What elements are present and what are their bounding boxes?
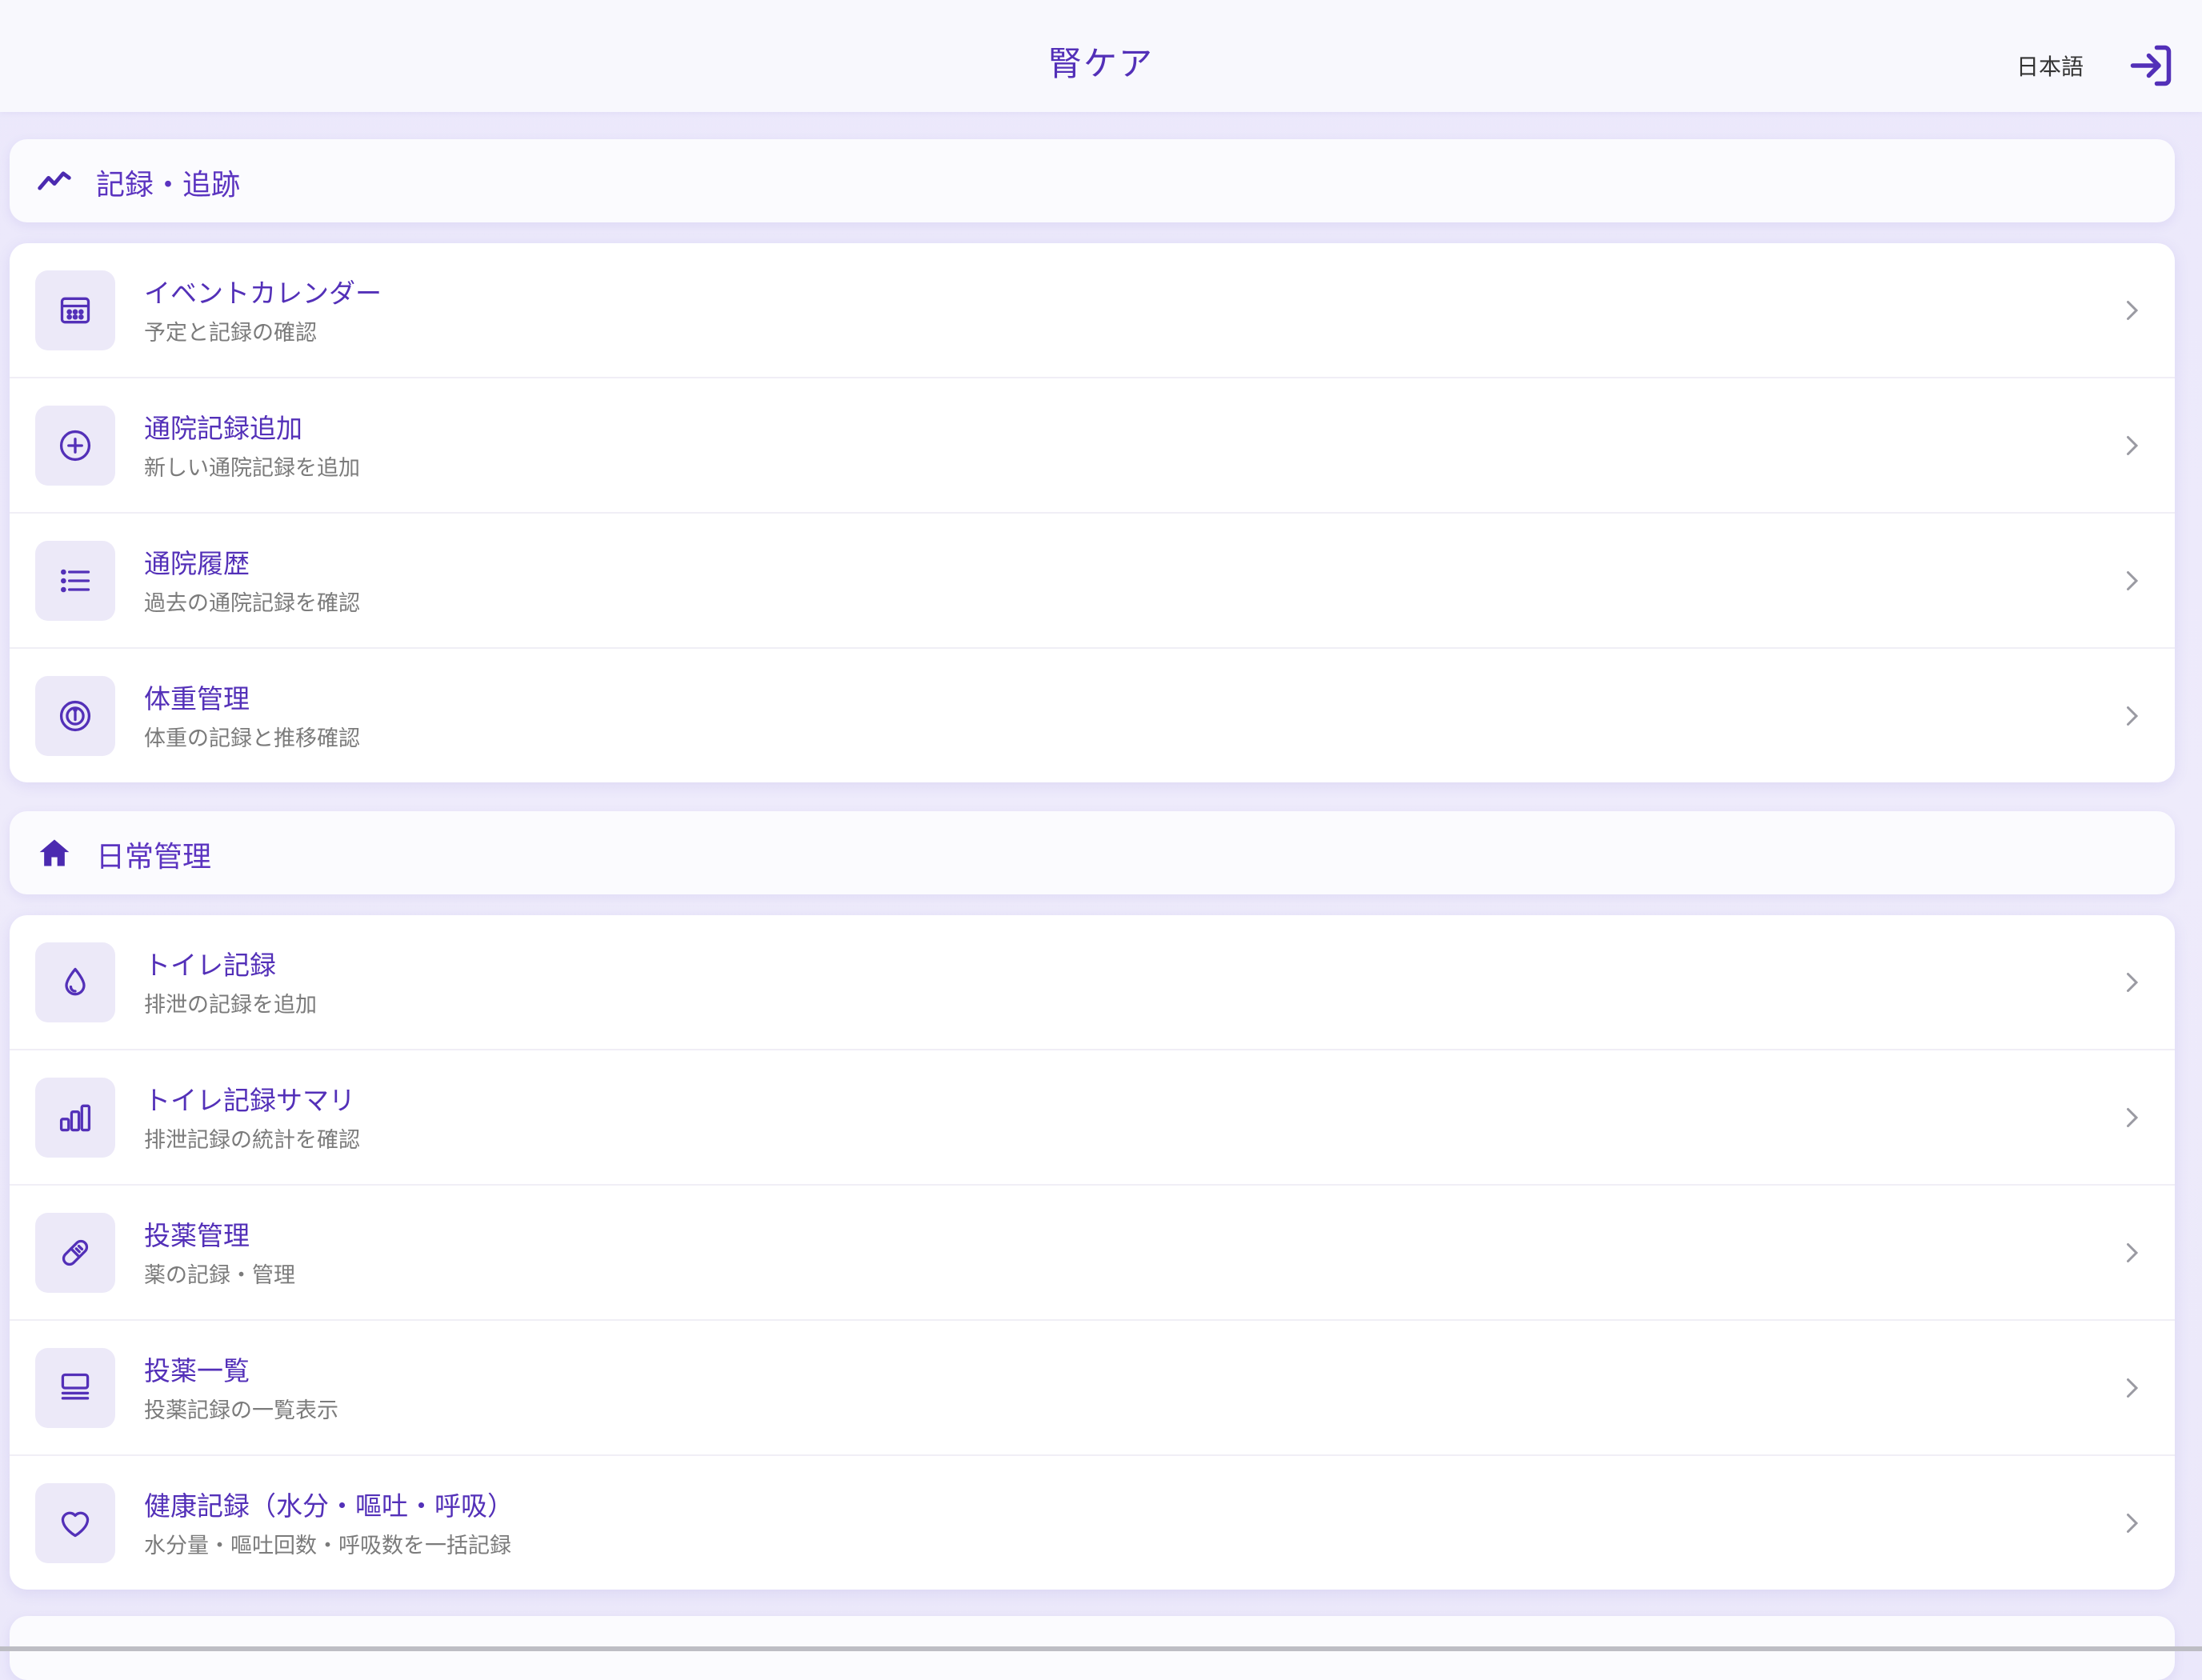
droplet-icon — [65, 967, 86, 996]
section-title: 記録・追跡 — [96, 169, 241, 202]
menu-item-subtitle: 排泄の記録を追加 — [144, 993, 317, 1018]
chevron-right-icon — [2127, 706, 2139, 726]
menu-item-title: トイレ記録 — [144, 950, 276, 981]
bottom-divider — [0, 1646, 2202, 1651]
bar-chart-icon — [59, 1104, 91, 1132]
section-header-records: 記録・追跡 — [10, 139, 2175, 222]
menu-item-title: 通院履歴 — [144, 548, 250, 579]
gauge-icon — [59, 700, 91, 732]
menu-item-title: トイレ記録サマリ — [144, 1085, 355, 1116]
chevron-right-icon — [2127, 1514, 2139, 1533]
heart-icon — [61, 1511, 90, 1538]
chevron-right-icon — [2127, 571, 2139, 590]
app-title: 腎ケア — [1047, 44, 1154, 83]
menu-item-medication-list[interactable]: 投薬一覧 投薬記録の一覧表示 — [10, 1321, 2175, 1456]
home-icon — [37, 835, 72, 870]
calendar-icon — [60, 297, 90, 324]
icon-box — [35, 1348, 115, 1428]
list-box-icon — [61, 1373, 90, 1400]
menu-item-add-visit-record[interactable]: 通院記録追加 新しい通院記録を追加 — [10, 378, 2175, 514]
menu-item-title: 通院記録追加 — [144, 413, 302, 444]
icon-box — [35, 541, 115, 621]
chevron-right-icon — [2127, 1108, 2139, 1127]
chevron-right-icon — [2127, 973, 2139, 992]
menu-item-subtitle: 予定と記録の確認 — [144, 321, 317, 346]
menu-item-subtitle: 過去の通院記録を確認 — [144, 591, 360, 616]
menu-item-subtitle: 水分量・嘔吐回数・呼吸数を一括記録 — [144, 1534, 511, 1558]
menu-item-event-calendar[interactable]: イベントカレンダー 予定と記録の確認 — [10, 243, 2175, 378]
menu-card-records: イベントカレンダー 予定と記録の確認 通院記録追加 新しい通院記録を追加 通院履… — [10, 243, 2175, 782]
menu-item-subtitle: 新しい通院記録を追加 — [144, 456, 360, 481]
menu-card-daily: トイレ記録 排泄の記録を追加 トイレ記録サマリ 排泄記録の統計を確認 投薬管理 … — [10, 915, 2175, 1590]
section-title: 日常管理 — [96, 841, 212, 874]
login-arrow-icon[interactable] — [2127, 42, 2175, 90]
menu-item-title: イベントカレンダー — [144, 278, 382, 309]
menu-item-title: 健康記録（水分・嘔吐・呼吸） — [144, 1490, 514, 1522]
chevron-right-icon — [2127, 1243, 2139, 1262]
chevron-right-icon — [2127, 301, 2139, 320]
menu-item-subtitle: 投薬記録の一覧表示 — [144, 1398, 338, 1423]
section-header-daily: 日常管理 — [10, 811, 2175, 894]
menu-item-weight-management[interactable]: 体重管理 体重の記録と推移確認 — [10, 649, 2175, 782]
trend-line-icon — [37, 163, 72, 198]
top-app-bar: 腎ケア 日本語 — [0, 0, 2202, 112]
menu-item-visit-history[interactable]: 通院履歴 過去の通院記録を確認 — [10, 514, 2175, 649]
menu-item-title: 投薬一覧 — [144, 1355, 250, 1386]
list-icon — [61, 569, 90, 593]
menu-item-title: 投薬管理 — [144, 1220, 250, 1251]
icon-box — [35, 1483, 115, 1563]
icon-box — [35, 270, 115, 350]
menu-item-toilet-summary[interactable]: トイレ記録サマリ 排泄記録の統計を確認 — [10, 1050, 2175, 1186]
menu-item-medication-management[interactable]: 投薬管理 薬の記録・管理 — [10, 1186, 2175, 1321]
icon-box — [35, 1213, 115, 1293]
chevron-right-icon — [2127, 1378, 2139, 1398]
plus-circle-icon — [59, 430, 91, 462]
icon-box — [35, 406, 115, 486]
chevron-right-icon — [2127, 436, 2139, 455]
menu-item-title: 体重管理 — [144, 683, 250, 714]
menu-item-subtitle: 排泄記録の統計を確認 — [144, 1128, 360, 1153]
icon-box — [35, 676, 115, 756]
language-selector[interactable]: 日本語 — [2016, 50, 2084, 82]
icon-box — [35, 1078, 115, 1158]
pill-icon — [62, 1239, 89, 1266]
menu-item-toilet-record[interactable]: トイレ記録 排泄の記録を追加 — [10, 915, 2175, 1050]
menu-item-health-record[interactable]: 健康記録（水分・嘔吐・呼吸） 水分量・嘔吐回数・呼吸数を一括記録 — [10, 1456, 2175, 1590]
menu-item-subtitle: 体重の記録と推移確認 — [144, 726, 360, 751]
icon-box — [35, 942, 115, 1022]
menu-item-subtitle: 薬の記録・管理 — [144, 1263, 295, 1288]
